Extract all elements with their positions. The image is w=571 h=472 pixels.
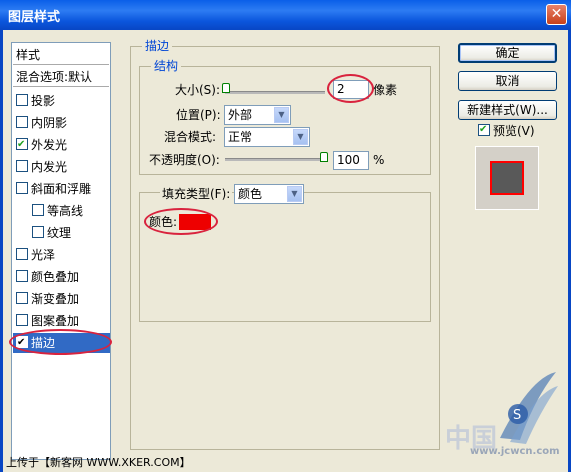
contour-checkbox[interactable] [32, 204, 44, 216]
color-overlay-checkbox[interactable] [16, 270, 28, 282]
style-item-inner-glow[interactable]: 内发光 [16, 157, 108, 177]
gradient-overlay-checkbox[interactable] [16, 292, 28, 304]
watermark-logo-icon: S [500, 372, 558, 444]
size-slider-track[interactable] [225, 91, 325, 94]
style-item-label: 内阴影 [31, 116, 68, 130]
title-bar[interactable]: 图层样式 ✕ [0, 0, 571, 30]
fill-type-label: 填充类型(F): [160, 185, 233, 203]
position-select[interactable]: 外部 ▼ [224, 105, 291, 125]
style-item-label: 内发光 [31, 160, 68, 174]
close-button[interactable]: ✕ [546, 4, 567, 25]
opacity-unit: % [373, 153, 385, 167]
style-item-label: 光泽 [31, 248, 56, 262]
blend-options-item[interactable]: 混合选项:默认 [13, 67, 109, 87]
inner-glow-checkbox[interactable] [16, 160, 28, 172]
preview-label: 预览(V) [493, 124, 535, 138]
blend-mode-select[interactable]: 正常 ▼ [224, 127, 310, 147]
style-item-label: 等高线 [47, 204, 84, 218]
opacity-slider-track[interactable] [225, 158, 325, 161]
opacity-label: 不透明度(O): [149, 153, 220, 167]
chevron-down-icon[interactable]: ▼ [287, 186, 302, 202]
highlight-ellipse-size [327, 74, 374, 103]
inner-shadow-checkbox[interactable] [16, 116, 28, 128]
preview-toggle[interactable]: 预览(V) [478, 121, 535, 140]
fill-type-select[interactable]: 颜色 ▼ [234, 184, 304, 204]
satin-checkbox[interactable] [16, 248, 28, 260]
outer-glow-checkbox[interactable] [16, 135, 28, 155]
style-item-label: 投影 [31, 94, 56, 108]
opacity-input[interactable]: 100 [333, 151, 369, 170]
opacity-slider-handle[interactable] [320, 152, 328, 162]
svg-text:S: S [513, 408, 521, 423]
style-item-label: 颜色叠加 [31, 270, 80, 284]
layer-style-dialog: 图层样式 ✕ 样式 混合选项:默认 投影 内阴影 外发光 内发光 斜面和浮雕 等… [0, 0, 571, 472]
drop-shadow-checkbox[interactable] [16, 94, 28, 106]
fill-type-select-value: 颜色 [238, 187, 263, 201]
blend-mode-label: 混合模式: [164, 130, 217, 144]
blend-mode-select-value: 正常 [228, 130, 253, 144]
preview-checkbox[interactable] [478, 121, 490, 139]
style-item-satin[interactable]: 光泽 [16, 245, 108, 265]
style-item-label: 纹理 [47, 226, 72, 240]
style-item-label: 渐变叠加 [31, 292, 80, 306]
highlight-ellipse-color [144, 208, 218, 235]
preview-swatch [490, 161, 524, 195]
style-item-label: 外发光 [31, 138, 68, 152]
position-select-value: 外部 [228, 108, 253, 122]
ok-button[interactable]: 确定 [458, 43, 557, 63]
size-label: 大小(S): [175, 83, 221, 97]
highlight-ellipse-stroke-item [9, 329, 112, 355]
style-item-outer-glow[interactable]: 外发光 [16, 135, 108, 155]
style-item-contour[interactable]: 等高线 [32, 201, 108, 221]
texture-checkbox[interactable] [32, 226, 44, 238]
styles-list: 样式 混合选项:默认 投影 内阴影 外发光 内发光 斜面和浮雕 等高线 纹理 光… [11, 42, 111, 460]
style-item-label: 图案叠加 [31, 314, 80, 328]
style-preview [475, 146, 539, 210]
style-item-color-overlay[interactable]: 颜色叠加 [16, 267, 108, 287]
chevron-down-icon[interactable]: ▼ [293, 129, 308, 145]
style-item-label: 斜面和浮雕 [31, 182, 92, 196]
footer-credit: 上传于【新客网 WWW.XKER.COM】 [6, 456, 191, 469]
style-item-inner-shadow[interactable]: 内阴影 [16, 113, 108, 133]
chevron-down-icon[interactable]: ▼ [274, 107, 289, 123]
styles-header[interactable]: 样式 [13, 45, 109, 65]
style-item-gradient-overlay[interactable]: 渐变叠加 [16, 289, 108, 309]
stroke-group-title: 描边 [142, 39, 173, 53]
style-item-bevel-emboss[interactable]: 斜面和浮雕 [16, 179, 108, 199]
window-border-left [0, 30, 3, 472]
position-label: 位置(P): [176, 108, 221, 122]
size-unit: 像素 [373, 83, 398, 97]
pattern-overlay-checkbox[interactable] [16, 314, 28, 326]
dialog-title: 图层样式 [8, 10, 61, 25]
structure-group-title: 结构 [151, 59, 182, 73]
style-item-texture[interactable]: 纹理 [32, 223, 108, 243]
size-slider-handle[interactable] [222, 83, 230, 93]
style-item-pattern-overlay[interactable]: 图案叠加 [16, 311, 108, 331]
style-item-drop-shadow[interactable]: 投影 [16, 91, 108, 111]
new-style-button[interactable]: 新建样式(W)... [458, 100, 557, 120]
cancel-button[interactable]: 取消 [458, 71, 557, 91]
bevel-emboss-checkbox[interactable] [16, 182, 28, 194]
